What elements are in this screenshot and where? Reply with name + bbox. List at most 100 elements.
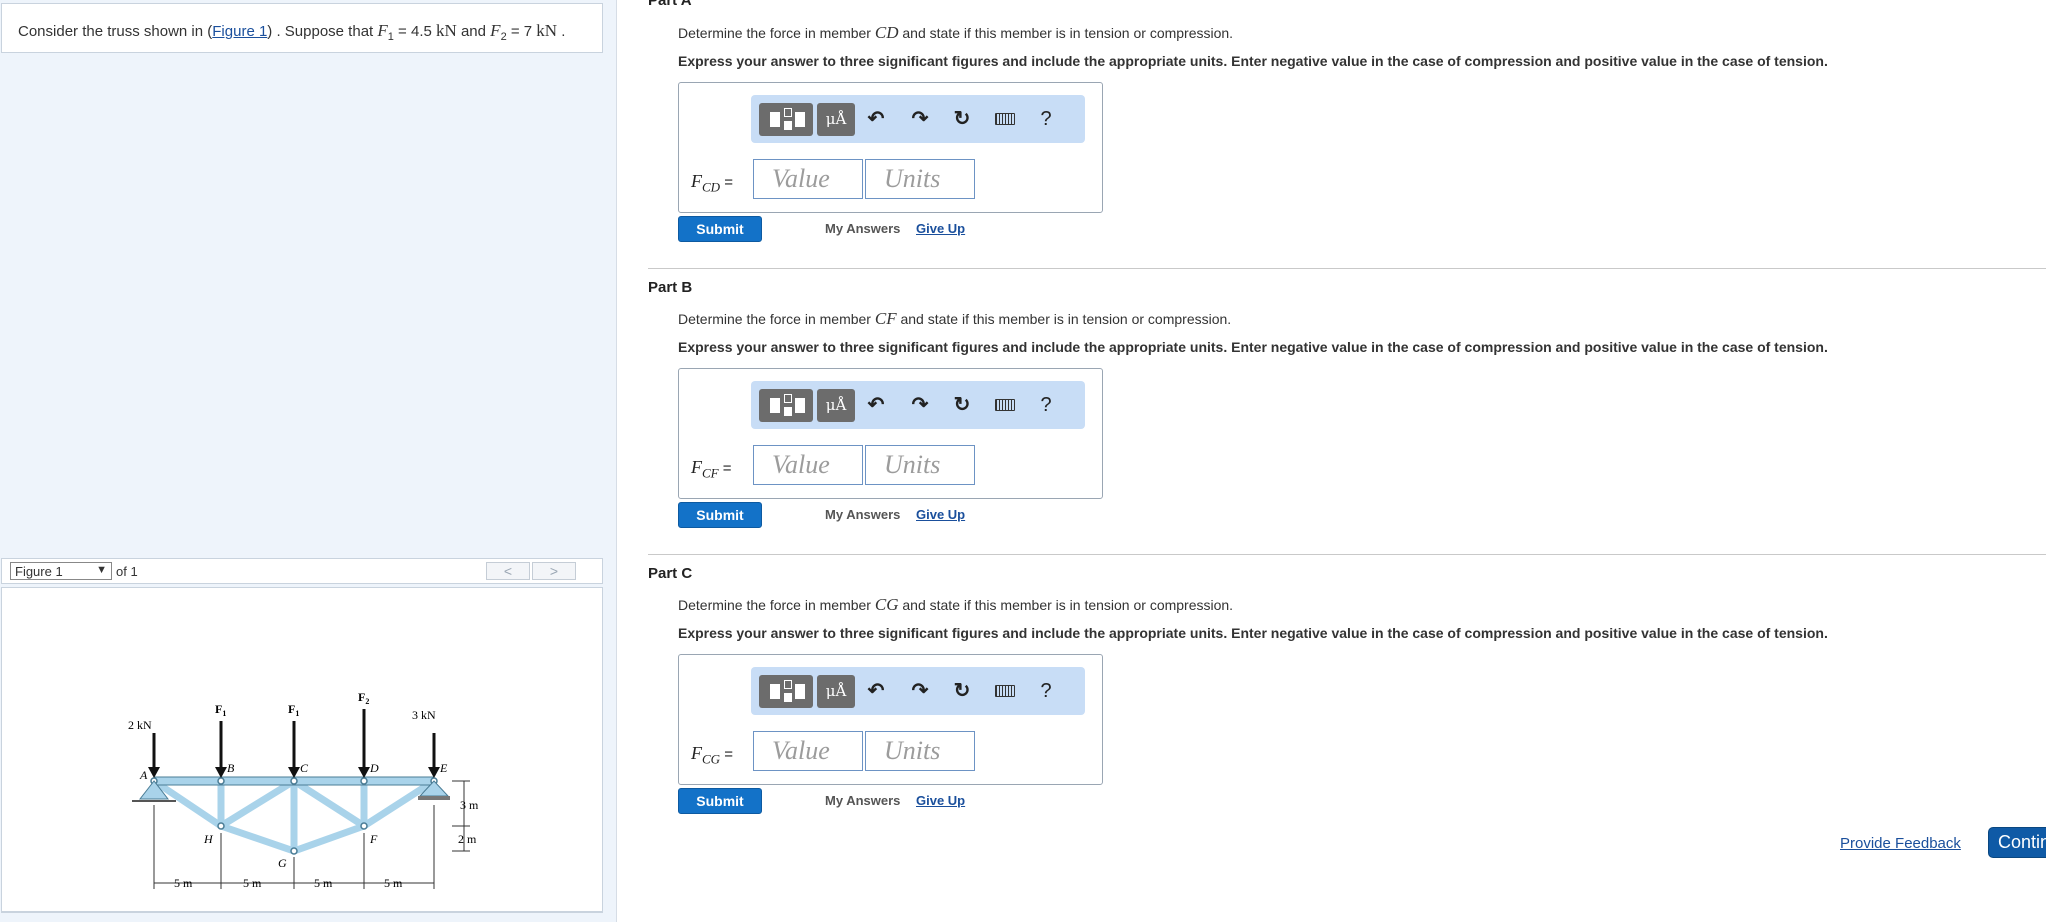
part-a-answer-box: μÅ ↶ ↷ ↻ ? FCD = Value Units bbox=[678, 82, 1103, 213]
next-figure-button[interactable]: > bbox=[532, 562, 576, 580]
part-c-answer-box: μÅ ↶ ↷ ↻ ? FCG = Value Units bbox=[678, 654, 1103, 785]
f1-label-c-sub: 1 bbox=[295, 709, 299, 718]
part-b-label-main: F bbox=[691, 457, 702, 477]
part-b-answer-box: μÅ ↶ ↷ ↻ ? FCF = Value Units bbox=[678, 368, 1103, 499]
help-icon[interactable]: ? bbox=[1031, 677, 1061, 705]
figure-selector[interactable]: Figure 1 ▼ bbox=[10, 562, 112, 580]
part-c-title: Part C bbox=[648, 565, 693, 582]
f1-label-b-sub: 1 bbox=[222, 709, 226, 718]
part-a-value-input[interactable]: Value bbox=[753, 159, 863, 199]
part-a-give-up-link[interactable]: Give Up bbox=[916, 221, 965, 236]
problem-statement: Consider the truss shown in (Figure 1) .… bbox=[1, 3, 603, 53]
keyboard-icon[interactable] bbox=[989, 391, 1019, 419]
part-c-value-input[interactable]: Value bbox=[753, 731, 863, 771]
f1-value: = 4.5 bbox=[393, 23, 437, 40]
part-b-submit-button[interactable]: Submit bbox=[678, 502, 762, 528]
questions-panel: Part A Determine the force in member CD … bbox=[618, 0, 2046, 922]
figure-area: 2 kN 3 kN F1 F1 F2 A B C D E F G H 3 m 2… bbox=[1, 587, 603, 912]
part-a-units-input[interactable]: Units bbox=[865, 159, 975, 199]
part-b-my-answers-link[interactable]: My Answers bbox=[825, 507, 900, 522]
part-c-label-main: F bbox=[691, 743, 702, 763]
problem-end: . bbox=[557, 23, 566, 40]
keyboard-icon[interactable] bbox=[989, 677, 1019, 705]
joint-g-label: G bbox=[278, 856, 287, 870]
redo-icon[interactable]: ↷ bbox=[905, 105, 935, 133]
part-b-title: Part B bbox=[648, 279, 693, 296]
part-a-label-eq: = bbox=[720, 174, 733, 191]
figure-count: of 1 bbox=[116, 564, 138, 579]
load-a-label: 2 kN bbox=[128, 718, 152, 732]
part-a-question-post: and state if this member is in tension o… bbox=[898, 25, 1234, 41]
figure-selector-value: Figure 1 bbox=[15, 564, 63, 579]
part-c-label-eq: = bbox=[720, 746, 733, 763]
units-symbols-button[interactable]: μÅ bbox=[817, 389, 855, 422]
dim-3m-label: 3 m bbox=[460, 798, 479, 812]
help-icon[interactable]: ? bbox=[1031, 391, 1061, 419]
left-panel: Consider the truss shown in (Figure 1) .… bbox=[0, 0, 617, 922]
reset-icon[interactable]: ↻ bbox=[947, 677, 977, 705]
undo-icon[interactable]: ↶ bbox=[861, 105, 891, 133]
templates-icon[interactable] bbox=[759, 675, 813, 708]
prev-figure-button[interactable]: < bbox=[486, 562, 530, 580]
part-c-math-toolbar: μÅ ↶ ↷ ↻ ? bbox=[751, 667, 1085, 715]
part-a-question-pre: Determine the force in member bbox=[678, 25, 875, 41]
and-text: and bbox=[456, 23, 491, 40]
f1-label-c: F1 bbox=[288, 702, 299, 718]
part-a-answer-label: FCD = bbox=[691, 171, 733, 196]
f2-label-d-sub: 2 bbox=[365, 697, 369, 706]
reset-icon[interactable]: ↻ bbox=[947, 105, 977, 133]
part-a-label-main: F bbox=[691, 171, 702, 191]
units-symbols-button[interactable]: μÅ bbox=[817, 103, 855, 136]
part-a-submit-button[interactable]: Submit bbox=[678, 216, 762, 242]
help-icon[interactable]: ? bbox=[1031, 105, 1061, 133]
part-b-question: Determine the force in member CF and sta… bbox=[678, 309, 1231, 329]
figure-1-link[interactable]: Figure 1 bbox=[212, 23, 267, 40]
templates-icon[interactable] bbox=[759, 389, 813, 422]
part-c-my-answers-link[interactable]: My Answers bbox=[825, 793, 900, 808]
roller-base-e bbox=[418, 796, 450, 800]
span-ab-label: 5 m bbox=[174, 876, 193, 890]
f1-unit: kN bbox=[436, 21, 457, 40]
provide-feedback-link[interactable]: Provide Feedback bbox=[1840, 835, 1961, 852]
part-b-member: CF bbox=[874, 309, 897, 328]
keyboard-icon[interactable] bbox=[989, 105, 1019, 133]
f2-value: = 7 bbox=[506, 23, 537, 40]
part-b-value-input[interactable]: Value bbox=[753, 445, 863, 485]
undo-icon[interactable]: ↶ bbox=[861, 677, 891, 705]
units-symbols-button[interactable]: μÅ bbox=[817, 675, 855, 708]
f2-unit: kN bbox=[536, 21, 558, 40]
part-a-label-sub: CD bbox=[702, 179, 721, 195]
figure-navigation-bar: Figure 1 ▼ of 1 < > bbox=[1, 558, 603, 584]
part-b-question-pre: Determine the force in member bbox=[678, 311, 875, 327]
truss-members bbox=[150, 777, 438, 855]
templates-icon[interactable] bbox=[759, 103, 813, 136]
part-c-units-input[interactable]: Units bbox=[865, 731, 975, 771]
undo-icon[interactable]: ↶ bbox=[861, 391, 891, 419]
f2-label-d-sym: F bbox=[358, 690, 365, 704]
reset-icon[interactable]: ↻ bbox=[947, 391, 977, 419]
joint-e-label: E bbox=[439, 761, 448, 775]
part-b-give-up-link[interactable]: Give Up bbox=[916, 507, 965, 522]
part-a-my-answers-link[interactable]: My Answers bbox=[825, 221, 900, 236]
part-b-units-input[interactable]: Units bbox=[865, 445, 975, 485]
part-c-give-up-link[interactable]: Give Up bbox=[916, 793, 965, 808]
joint-f-label: F bbox=[369, 832, 378, 846]
part-c-submit-button[interactable]: Submit bbox=[678, 788, 762, 814]
problem-text-post: ) . Suppose that bbox=[267, 23, 378, 40]
span-bc-label: 5 m bbox=[243, 876, 262, 890]
part-c-instructions: Express your answer to three significant… bbox=[678, 625, 1828, 641]
part-c-question-pre: Determine the force in member bbox=[678, 597, 875, 613]
continue-button[interactable]: Continue bbox=[1988, 827, 2046, 858]
joint-b-label: B bbox=[227, 761, 235, 775]
part-c-answer-label: FCG = bbox=[691, 743, 733, 768]
dim-2m-label: 2 m bbox=[458, 832, 477, 846]
redo-icon[interactable]: ↷ bbox=[905, 391, 935, 419]
load-arrowheads bbox=[148, 767, 440, 778]
f2-label-d: F2 bbox=[358, 690, 369, 706]
f1-symbol: F bbox=[377, 21, 388, 40]
part-b-label-eq: = bbox=[718, 460, 732, 477]
part-a-math-toolbar: μÅ ↶ ↷ ↻ ? bbox=[751, 95, 1085, 143]
redo-icon[interactable]: ↷ bbox=[905, 677, 935, 705]
load-arrows bbox=[152, 709, 436, 769]
joint-h-label: H bbox=[203, 832, 214, 846]
